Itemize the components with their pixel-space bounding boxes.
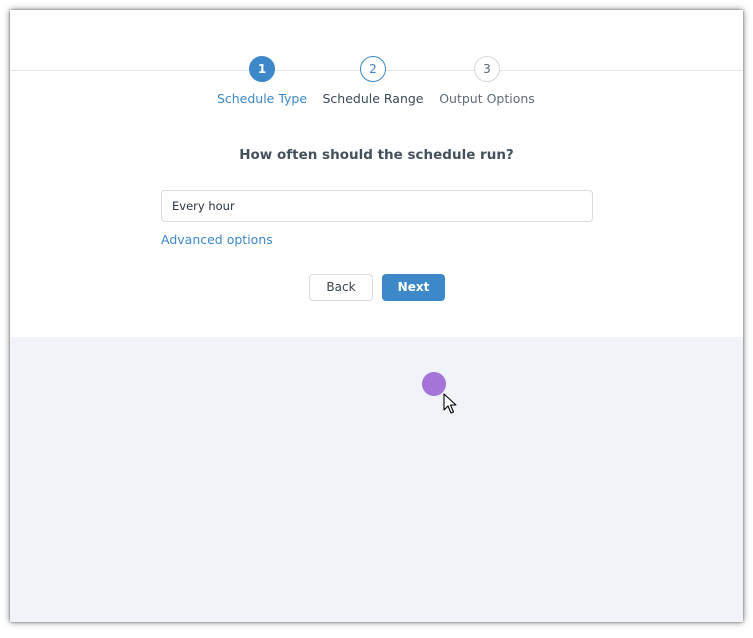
back-button[interactable]: Back — [309, 274, 373, 301]
schedule-question: How often should the schedule run? — [239, 147, 514, 163]
app-window: 1 Schedule Type 2 Schedule Range 3 Outpu… — [10, 10, 743, 622]
step-3-label: Output Options — [439, 91, 535, 106]
next-button[interactable]: Next — [382, 274, 445, 301]
step-1-circle: 1 — [249, 56, 275, 82]
frequency-select-value: Every hour — [172, 199, 235, 213]
frequency-select[interactable]: Every hour — [161, 190, 593, 222]
mouse-pointer-icon — [443, 393, 457, 414]
wizard-card: 1 Schedule Type 2 Schedule Range 3 Outpu… — [10, 10, 743, 337]
step-3-circle: 3 — [474, 56, 500, 82]
step-2-circle: 2 — [360, 56, 386, 82]
step-output-options[interactable]: 3 Output Options — [417, 56, 557, 106]
advanced-options-link[interactable]: Advanced options — [161, 232, 273, 247]
